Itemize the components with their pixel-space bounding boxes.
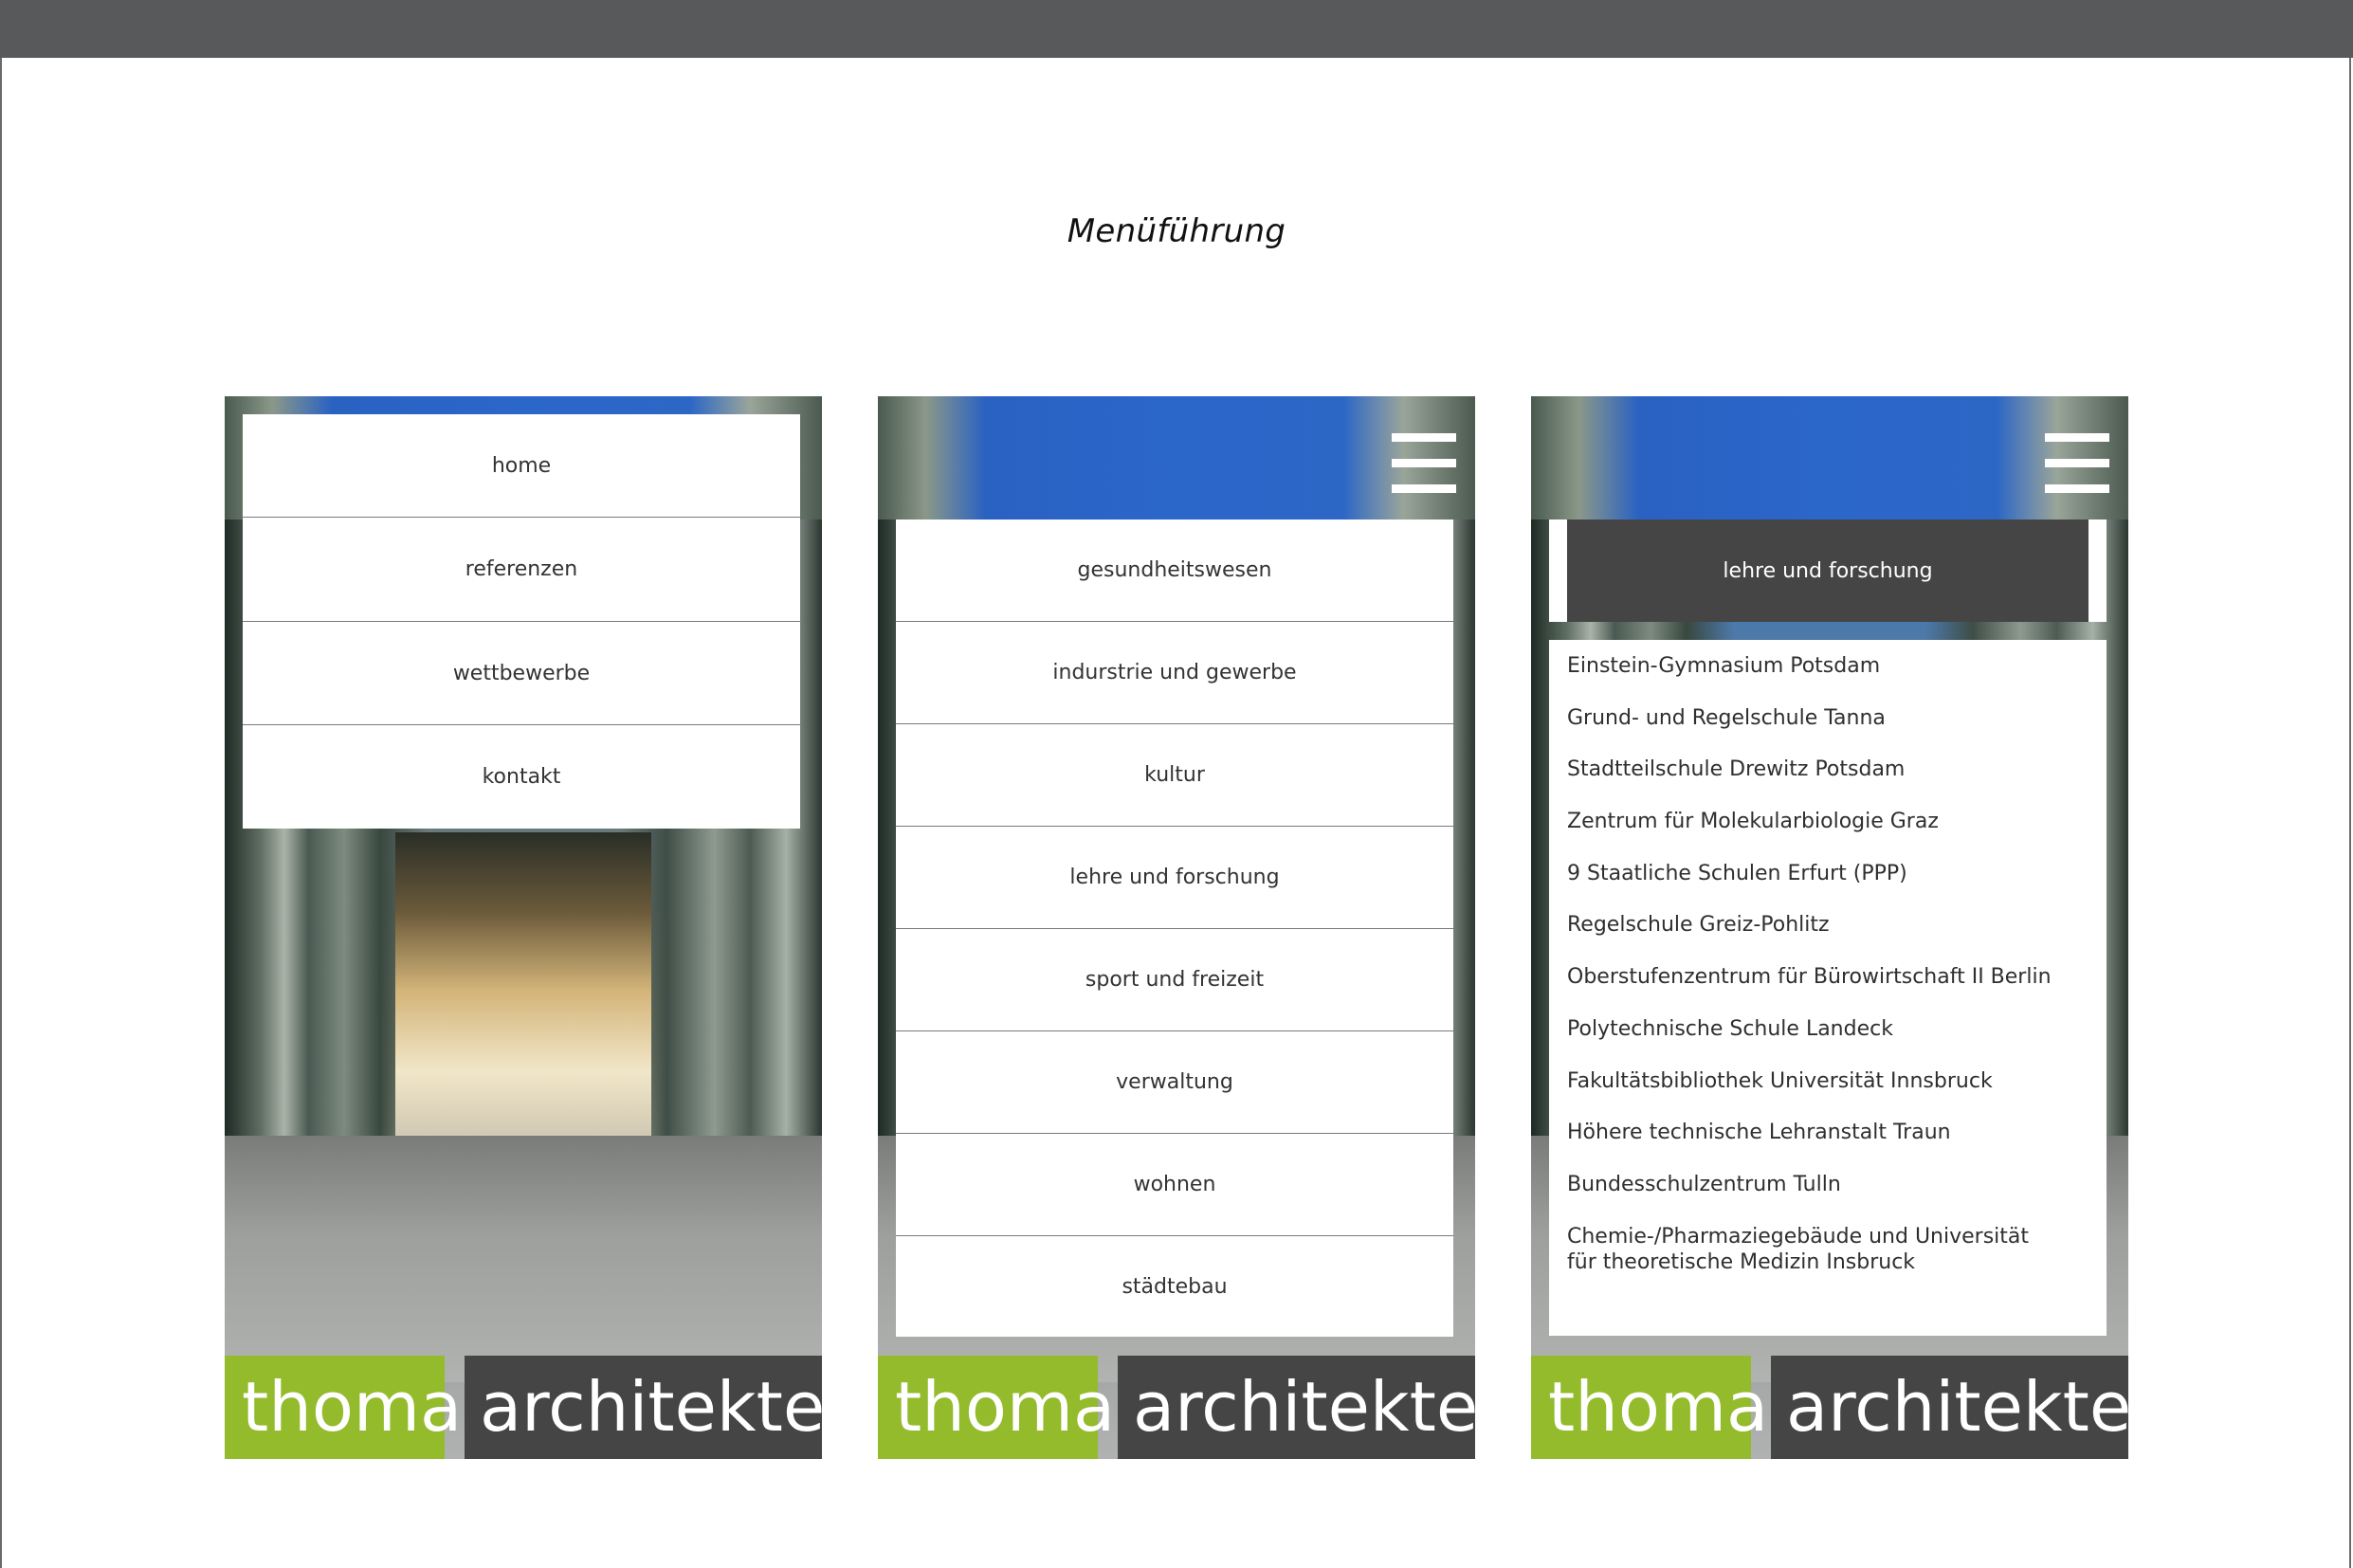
list-item[interactable]: Chemie-/Pharmaziegebäude und Universität… bbox=[1549, 1224, 2061, 1275]
list-item[interactable]: 9 Staatliche Schulen Erfurt (PPP) bbox=[1549, 861, 2107, 913]
logo-thoma[interactable]: thoma bbox=[1531, 1356, 1768, 1459]
list-item[interactable]: Oberstufenzentrum für Bürowirtschaft II … bbox=[1549, 964, 2107, 1016]
hamburger-menu-icon[interactable] bbox=[2045, 433, 2109, 494]
top-bar bbox=[0, 0, 2353, 58]
menu-item-industrie[interactable]: indurstrie und gewerbe bbox=[896, 622, 1453, 724]
logo-architekten[interactable]: architekten bbox=[1771, 1356, 2128, 1459]
list-item[interactable]: Zentrum für Molekularbiologie Graz bbox=[1549, 809, 2107, 861]
list-item[interactable]: Polytechnische Schule Landeck bbox=[1549, 1016, 2107, 1068]
menu-item-gesundheitswesen[interactable]: gesundheitswesen bbox=[896, 520, 1453, 622]
logo-thoma[interactable]: thoma bbox=[225, 1356, 462, 1459]
menu-item-lehre[interactable]: lehre und forschung bbox=[896, 827, 1453, 929]
menu-item-verwaltung[interactable]: verwaltung bbox=[896, 1031, 1453, 1134]
list-item[interactable]: Einstein-Gymnasium Potsdam bbox=[1549, 653, 2107, 705]
menu-item-kontakt[interactable]: kontakt bbox=[243, 725, 800, 829]
phone-screen-categories: gesundheitswesen indurstrie und gewerbe … bbox=[878, 396, 1475, 1459]
menu-item-home[interactable]: home bbox=[243, 414, 800, 518]
background-floor bbox=[225, 1136, 822, 1382]
menu-item-staedtebau[interactable]: städtebau bbox=[896, 1236, 1453, 1337]
list-item[interactable]: Grund- und Regelschule Tanna bbox=[1549, 705, 2107, 757]
main-menu: home referenzen wettbewerbe kontakt bbox=[243, 414, 800, 829]
list-item[interactable]: Regelschule Greiz-Pohlitz bbox=[1549, 912, 2107, 964]
menu-item-referenzen[interactable]: referenzen bbox=[243, 518, 800, 622]
list-item[interactable]: Bundesschulzentrum Tulln bbox=[1549, 1172, 2107, 1224]
logo-architekten[interactable]: architekten bbox=[465, 1356, 822, 1459]
background-sky bbox=[878, 396, 1475, 520]
project-list: Einstein-Gymnasium Potsdam Grund- und Re… bbox=[1549, 640, 2107, 1336]
list-item[interactable]: Stadtteilschule Drewitz Potsdam bbox=[1549, 757, 2107, 809]
menu-item-wohnen[interactable]: wohnen bbox=[896, 1134, 1453, 1236]
logo-thoma[interactable]: thoma bbox=[878, 1356, 1115, 1459]
background-sky bbox=[1531, 396, 2128, 520]
list-item[interactable]: Höhere technische Lehranstalt Traun bbox=[1549, 1120, 2107, 1172]
selected-category-bar[interactable]: lehre und forschung bbox=[1549, 520, 2107, 622]
menu-item-sport[interactable]: sport und freizeit bbox=[896, 929, 1453, 1031]
page-title: Menüführung bbox=[1067, 212, 1286, 250]
hamburger-menu-icon[interactable] bbox=[1392, 433, 1456, 494]
phone-screen-main-menu: home referenzen wettbewerbe kontakt thom… bbox=[225, 396, 822, 1459]
phone-screen-projects: lehre und forschung Einstein-Gymnasium P… bbox=[1531, 396, 2128, 1459]
list-item[interactable]: Fakultätsbibliothek Universität Innsbruc… bbox=[1549, 1068, 2107, 1121]
menu-item-wettbewerbe[interactable]: wettbewerbe bbox=[243, 622, 800, 725]
logo-architekten[interactable]: architekten bbox=[1118, 1356, 1475, 1459]
category-menu: gesundheitswesen indurstrie und gewerbe … bbox=[896, 520, 1453, 1337]
menu-item-kultur[interactable]: kultur bbox=[896, 724, 1453, 827]
